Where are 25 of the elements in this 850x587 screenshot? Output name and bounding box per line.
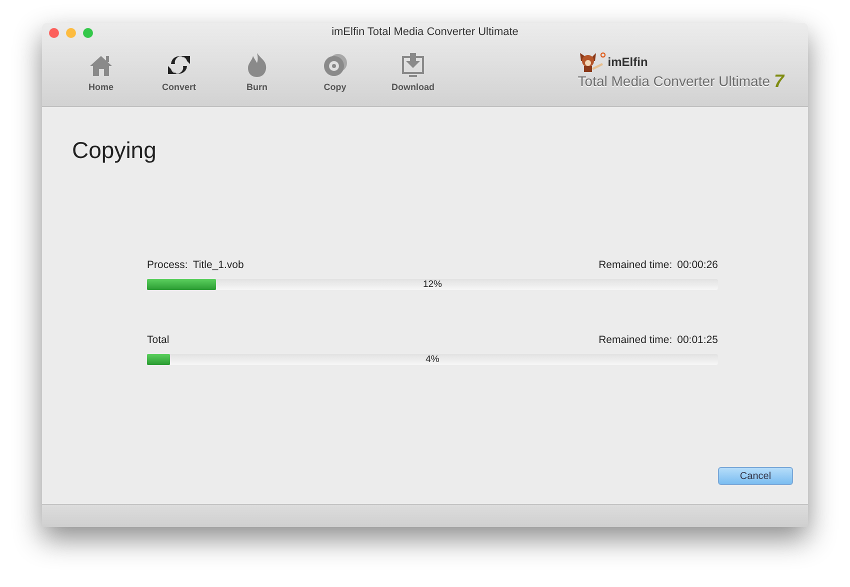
brand-name: imElfin (608, 55, 648, 69)
window-title: imElfin Total Media Converter Ultimate (332, 26, 518, 38)
minimize-button[interactable] (66, 28, 76, 38)
time-label: Remained time: (598, 259, 672, 271)
percent-text: 4% (426, 354, 440, 365)
fox-mascot-icon (578, 51, 606, 73)
cancel-button[interactable]: Cancel (718, 467, 793, 485)
toolbar-button[interactable]: Convert (140, 50, 218, 92)
toolbar-button[interactable]: Burn (218, 50, 296, 92)
toolbar-button[interactable]: Home (62, 50, 140, 92)
close-button[interactable] (49, 28, 59, 38)
toolbar-button[interactable]: Download (374, 50, 452, 92)
page-heading: Copying (72, 137, 158, 164)
percent-text: 12% (422, 279, 442, 290)
remaining-time: 00:01:25 (677, 334, 718, 346)
zoom-button[interactable] (83, 28, 93, 38)
time-label: Remained time: (598, 334, 672, 346)
remaining-time: 00:00:26 (677, 259, 718, 271)
toolbar-button[interactable]: Copy (296, 50, 374, 92)
file-name: Title_1.vob (192, 259, 244, 271)
product-name: Total Media Converter Ultimate (578, 73, 770, 89)
progress-label: Total (147, 334, 170, 346)
version-number: 7 (774, 73, 784, 89)
progress-label: Process: (147, 259, 188, 271)
download-icon (399, 50, 427, 78)
